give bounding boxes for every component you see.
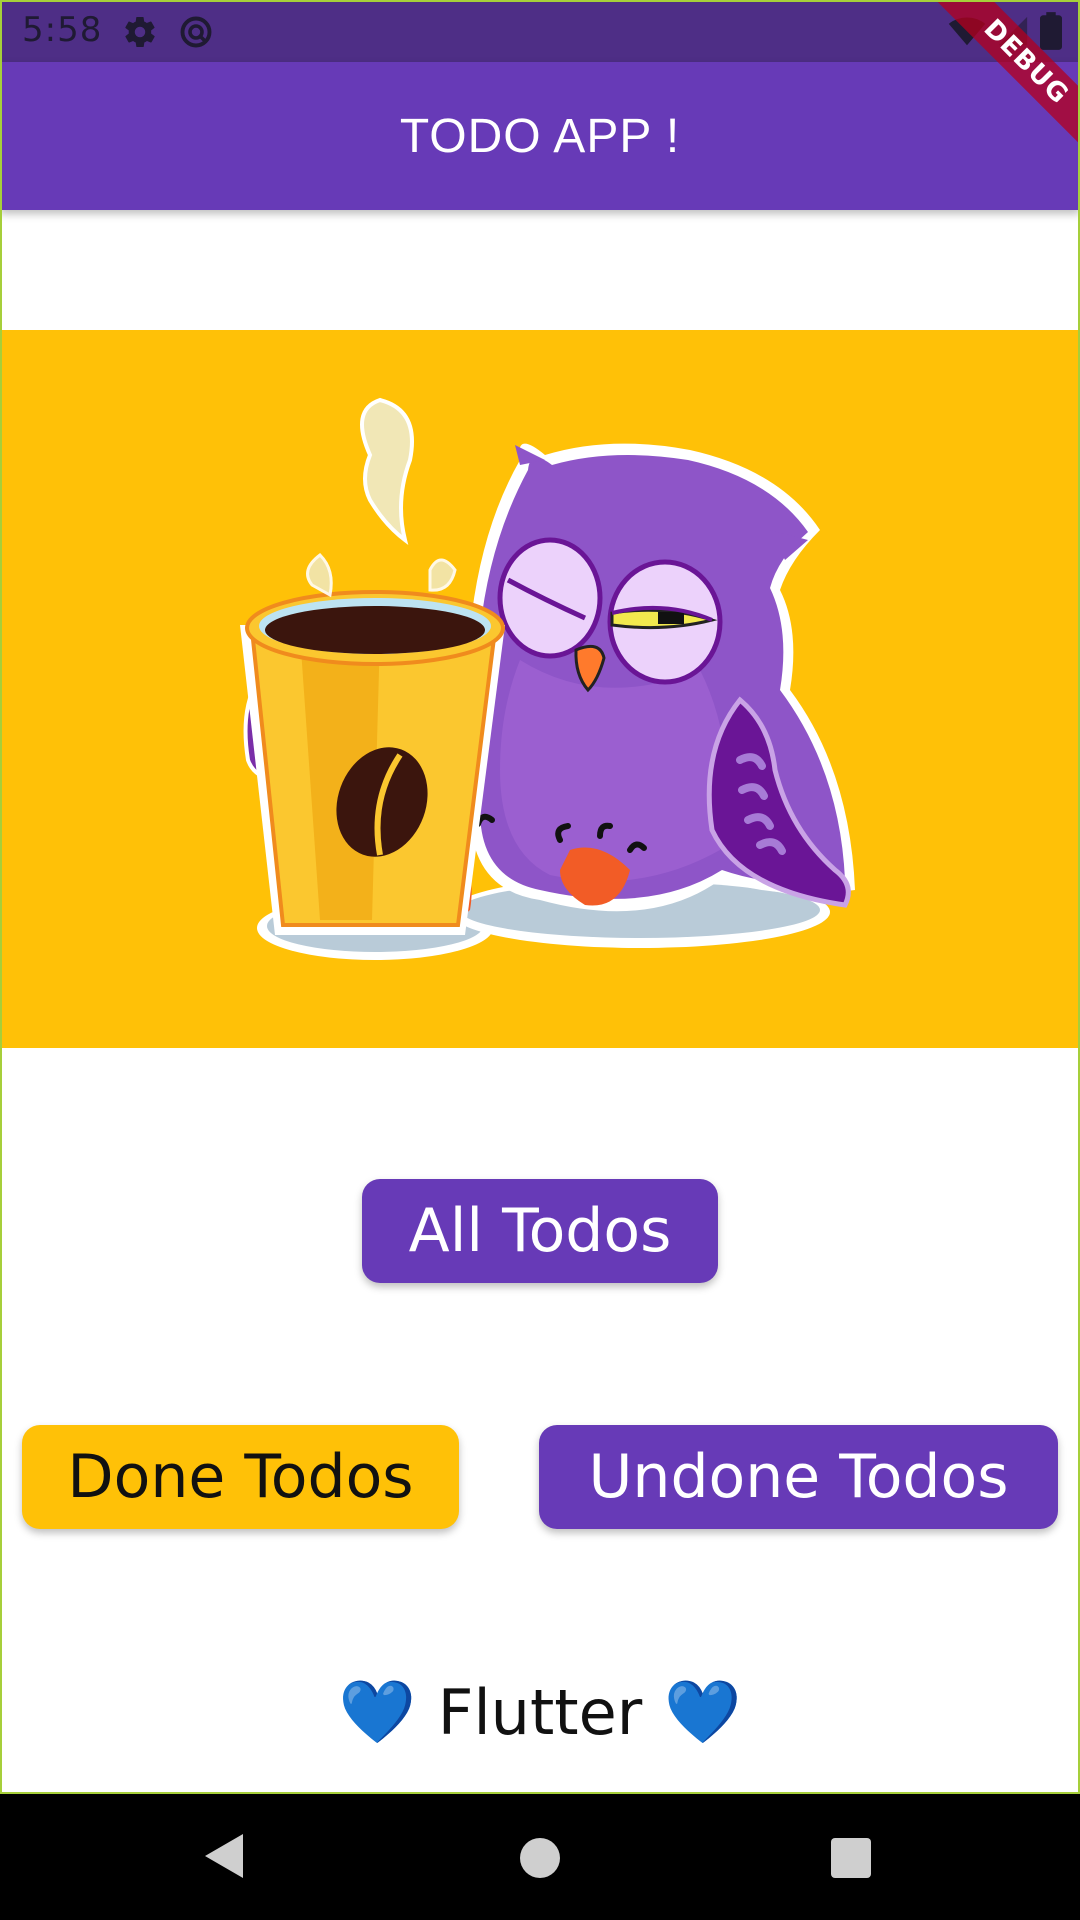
all-todos-button[interactable]: All Todos bbox=[362, 1179, 718, 1283]
status-time: 5:58 bbox=[22, 10, 103, 50]
heart-icon-left: 💙 bbox=[338, 1675, 416, 1748]
debug-label: DEBUG bbox=[927, 0, 1080, 160]
undone-todos-button[interactable]: Undone Todos bbox=[539, 1425, 1058, 1529]
home-icon[interactable] bbox=[520, 1838, 560, 1878]
done-todos-button[interactable]: Done Todos bbox=[22, 1425, 459, 1529]
data-saver-icon bbox=[180, 16, 212, 48]
owl-coffee-illustration bbox=[240, 397, 855, 960]
status-bar: 5:58 bbox=[0, 0, 1080, 62]
app-title: TODO APP ! bbox=[399, 109, 681, 163]
app-bar: TODO APP ! bbox=[0, 62, 1080, 210]
heart-icon-right: 💙 bbox=[664, 1675, 742, 1748]
hero-image bbox=[0, 330, 1080, 1048]
debug-banner: DEBUG bbox=[920, 0, 1080, 160]
footer-text: Flutter bbox=[437, 1675, 643, 1749]
settings-gear-icon bbox=[125, 17, 155, 48]
navigation-bar bbox=[0, 1792, 1080, 1920]
recents-icon[interactable] bbox=[831, 1838, 871, 1878]
back-icon[interactable] bbox=[203, 1832, 245, 1880]
phone-screen: 5:58 TODO APP ! DEBUG All Todos Done Tod… bbox=[0, 0, 1080, 1920]
footer: 💙 Flutter 💙 bbox=[0, 1672, 1080, 1752]
